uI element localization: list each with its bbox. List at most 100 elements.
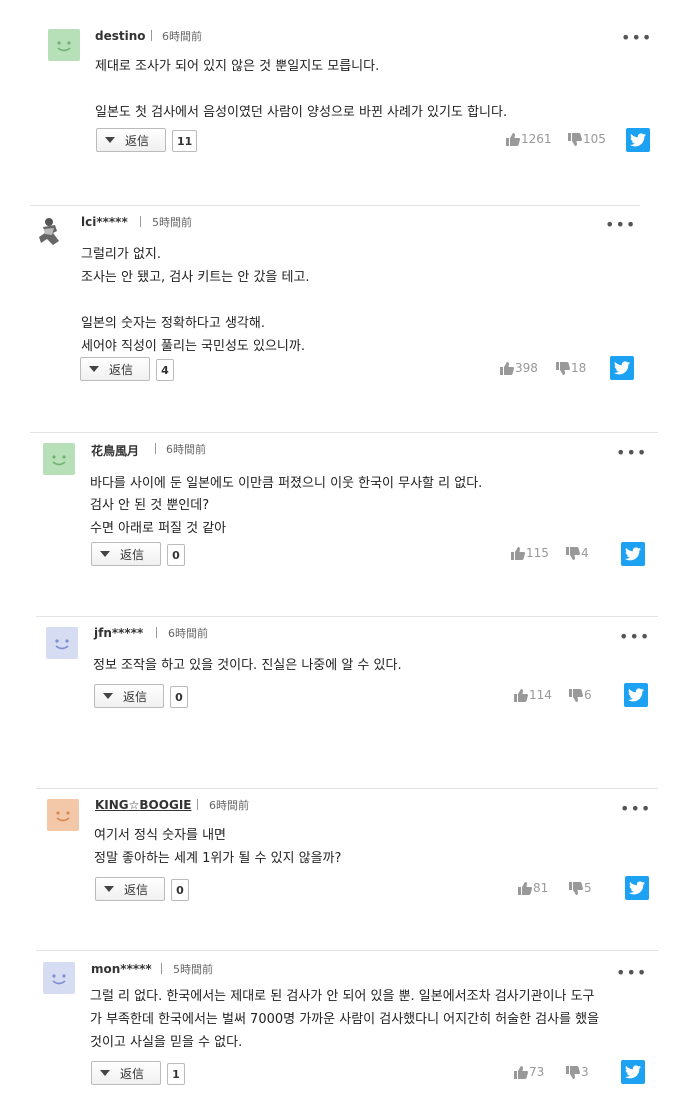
thumbs-down-icon: [568, 132, 582, 146]
avatar[interactable]: [43, 443, 75, 475]
more-options-icon[interactable]: •••: [621, 30, 652, 46]
comment-text-line: 정보 조작을 하고 있을 것이다. 진실은 나중에 알 수 있다.: [93, 658, 402, 673]
comment-text-line: 검사 안 된 것 뿐인데?: [90, 498, 210, 513]
chevron-down-icon: [105, 137, 115, 143]
chevron-down-icon: [100, 551, 110, 557]
like-button[interactable]: 115: [511, 546, 549, 560]
comment-text-line: 수면 아래로 퍼질 것 같아: [90, 521, 227, 536]
more-options-icon[interactable]: •••: [619, 629, 650, 645]
more-options-icon[interactable]: •••: [620, 801, 651, 817]
dislike-button[interactable]: 5: [569, 881, 592, 895]
reply-button[interactable]: 返信: [94, 684, 164, 708]
avatar[interactable]: [43, 962, 75, 994]
more-options-icon[interactable]: •••: [605, 217, 636, 233]
reply-count-badge[interactable]: 0: [170, 686, 188, 708]
dislike-count: 105: [583, 132, 606, 146]
comment-text-line: 여기서 정식 숫자를 내면: [94, 828, 226, 843]
comment-divider: [30, 205, 640, 206]
dislike-button[interactable]: 3: [566, 1065, 589, 1079]
reply-count-badge[interactable]: 0: [167, 544, 185, 566]
smiley-icon: [55, 639, 69, 650]
avatar[interactable]: [35, 215, 67, 247]
reply-label: 返信: [123, 689, 148, 704]
like-button[interactable]: 73: [514, 1065, 544, 1079]
thumbs-up-icon: [500, 361, 514, 375]
reply-button[interactable]: 返信: [96, 128, 166, 152]
reply-label: 返信: [120, 1066, 145, 1081]
dislike-button[interactable]: 6: [569, 688, 592, 702]
comment-text-line: 정말 좋아하는 세계 1위가 될 수 있지 않을까?: [94, 851, 342, 866]
twitter-icon: [614, 361, 630, 375]
meta-separator: [140, 216, 141, 227]
meta-separator: [197, 799, 198, 810]
dislike-button[interactable]: 4: [566, 546, 589, 560]
reply-count-badge[interactable]: 0: [171, 879, 189, 901]
avatar[interactable]: [46, 627, 78, 659]
thumbs-up-icon: [514, 1065, 528, 1079]
chevron-down-icon: [104, 886, 114, 892]
thumbs-down-icon: [566, 546, 580, 560]
dislike-count: 18: [571, 361, 587, 375]
twitter-share-button[interactable]: [624, 683, 648, 707]
like-count: 1261: [521, 132, 552, 146]
like-button[interactable]: 114: [514, 688, 552, 702]
comment-text-line: 바다를 사이에 둔 일본에도 이만큼 퍼졌으니 이웃 한국이 무사할 리 없다.: [90, 476, 483, 491]
more-options-icon[interactable]: •••: [616, 445, 647, 461]
comment-time: 6時間前: [168, 627, 208, 640]
twitter-share-button[interactable]: [621, 1060, 645, 1084]
dislike-button[interactable]: 105: [568, 132, 606, 146]
comment-author-name[interactable]: jfn*****: [94, 626, 143, 640]
thumbs-up-icon: [514, 688, 528, 702]
twitter-share-button[interactable]: [610, 356, 634, 380]
reply-label: 返信: [124, 882, 149, 897]
thumbs-down-icon: [556, 361, 570, 375]
like-button[interactable]: 81: [518, 881, 548, 895]
like-button[interactable]: 398: [500, 361, 538, 375]
like-count: 114: [529, 688, 552, 702]
smiley-icon: [56, 811, 70, 822]
more-options-icon[interactable]: •••: [616, 965, 647, 981]
comment-time: 6時間前: [209, 799, 249, 812]
twitter-icon: [628, 688, 644, 702]
meta-separator: [156, 627, 157, 638]
comment-text-line: 제대로 조사가 되어 있지 않은 것 뿐일지도 모릅니다.: [95, 59, 380, 74]
twitter-icon: [625, 547, 641, 561]
reply-button[interactable]: 返信: [95, 877, 165, 901]
thumbs-up-icon: [506, 132, 520, 146]
thumbs-down-icon: [566, 1065, 580, 1079]
dislike-button[interactable]: 18: [556, 361, 586, 375]
thumbs-down-icon: [569, 688, 583, 702]
twitter-share-button[interactable]: [625, 876, 649, 900]
meta-separator: [161, 963, 162, 974]
comment-author-name[interactable]: KING☆BOOGIE: [95, 798, 191, 812]
twitter-share-button[interactable]: [621, 542, 645, 566]
dislike-count: 3: [581, 1065, 589, 1079]
like-button[interactable]: 1261: [506, 132, 552, 146]
reply-button[interactable]: 返信: [80, 357, 150, 381]
comment-author-name[interactable]: destino: [95, 29, 146, 43]
comment-time: 5時間前: [152, 216, 192, 229]
comment-text-line: 것이고 사실을 믿을 수 없다.: [90, 1035, 243, 1050]
twitter-icon: [625, 1065, 641, 1079]
comment-time: 6時間前: [162, 30, 202, 43]
reply-count-badge[interactable]: 4: [156, 359, 174, 381]
chevron-down-icon: [103, 693, 113, 699]
reply-count-badge[interactable]: 1: [167, 1063, 185, 1085]
comment-divider: [36, 616, 658, 617]
reply-count-badge[interactable]: 11: [172, 130, 198, 152]
reply-button[interactable]: 返信: [91, 542, 161, 566]
comment-time: 5時間前: [173, 963, 213, 976]
smiley-icon: [57, 41, 71, 52]
twitter-share-button[interactable]: [626, 128, 650, 152]
comment-divider: [30, 432, 658, 433]
comment-author-name[interactable]: 花鳥風月: [91, 442, 139, 459]
avatar[interactable]: [48, 29, 80, 61]
avatar[interactable]: [47, 799, 79, 831]
chevron-down-icon: [89, 366, 99, 372]
reply-button[interactable]: 返信: [91, 1061, 161, 1085]
comment-text-line: 일본도 첫 검사에서 음성이였던 사람이 양성으로 바뀐 사례가 있기도 합니다…: [95, 105, 508, 120]
comment-author-name[interactable]: mon*****: [91, 962, 152, 976]
comment-author-name[interactable]: lci*****: [81, 215, 128, 229]
dislike-count: 5: [584, 881, 592, 895]
smiley-icon: [52, 974, 66, 985]
